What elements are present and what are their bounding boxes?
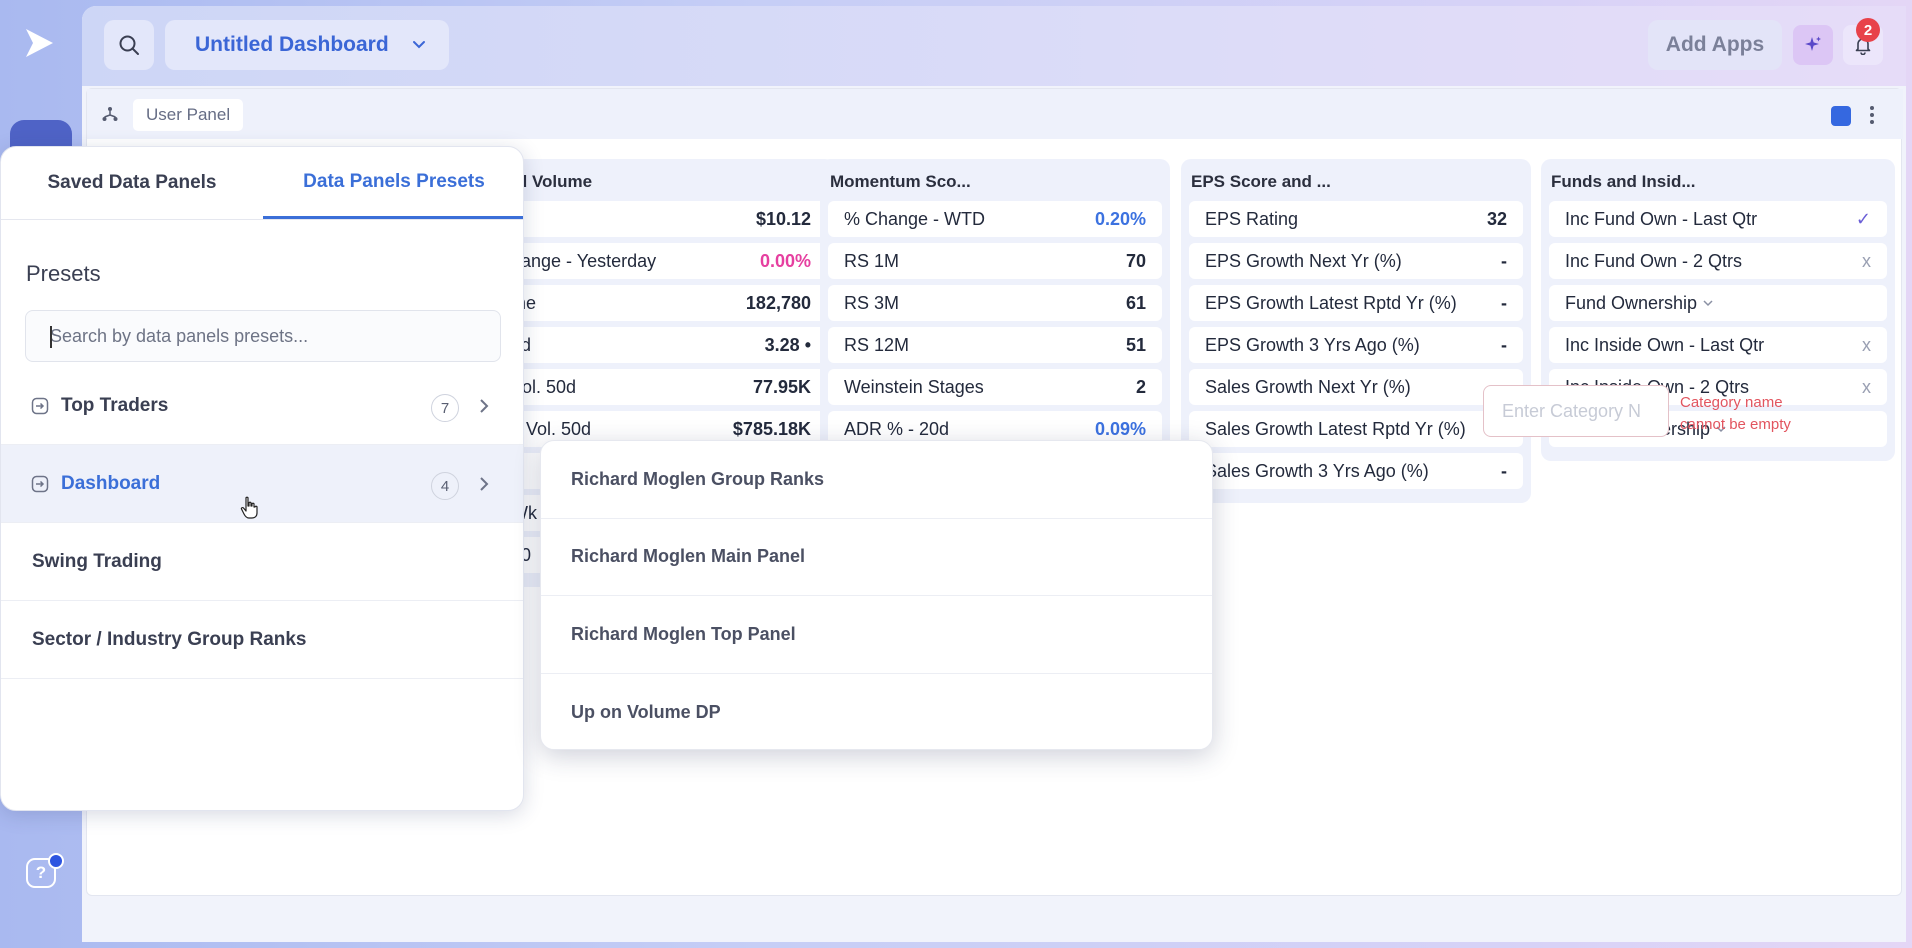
cross-icon: x — [1862, 250, 1871, 271]
chevron-right-icon — [480, 399, 489, 413]
folder-link-icon — [31, 475, 49, 493]
data-row[interactable]: EPS Growth Next Yr (%) - — [1189, 243, 1523, 279]
card-title: and Volume — [497, 172, 593, 191]
presets-heading: Presets — [26, 261, 101, 286]
top-bar: Untitled Dashboard Add Apps 2 — [82, 6, 1906, 86]
flyout-item[interactable]: Up on Volume DP — [541, 674, 1212, 752]
notification-badge: 2 — [1856, 18, 1880, 42]
eps-score-card: EPS Score and ... EPS Rating 32 EPS Growt… — [1181, 159, 1531, 503]
tab-divider — [1, 219, 523, 220]
folder-link-icon — [31, 397, 49, 415]
card-title: EPS Score and ... — [1191, 172, 1331, 191]
preset-swing-trading[interactable]: Swing Trading — [1, 523, 523, 601]
user-panel-tab[interactable]: User Panel — [133, 99, 244, 131]
preset-name: Top Traders — [61, 394, 169, 416]
category-error-message: Category name cannot be empty — [1680, 394, 1791, 433]
cross-icon: x — [1862, 334, 1871, 355]
hierarchy-icon[interactable] — [101, 105, 119, 123]
dashboard-title: Untitled Dashboard — [195, 33, 389, 56]
preset-count-badge: 7 — [431, 394, 459, 422]
data-row[interactable]: Sales Growth Next Yr (%)- — [1189, 369, 1523, 405]
momentum-score-card: Momentum Sco... % Change - WTD 0.20% RS 1… — [820, 159, 1170, 461]
preset-count-badge: 4 — [431, 472, 459, 500]
preset-top-traders[interactable]: Top Traders 7 — [1, 367, 523, 445]
data-row[interactable]: Vol. 50d 77.95K — [495, 369, 827, 405]
data-row[interactable]: EPS Growth 3 Yrs Ago (%) - — [1189, 327, 1523, 363]
more-options-icon[interactable] — [1869, 105, 1875, 125]
help-notification-dot-icon — [48, 853, 64, 869]
check-icon: ✓ — [1855, 208, 1871, 229]
data-row[interactable]: Fund Ownership — [1549, 285, 1887, 321]
card-title: Momentum Sco... — [830, 172, 971, 191]
chevron-right-icon — [480, 477, 489, 491]
hand-cursor-icon — [240, 496, 258, 519]
data-row[interactable]: Sales Growth Latest Rptd Yr (%)- — [1189, 411, 1523, 447]
chevron-down-icon — [413, 41, 425, 49]
preset-dashboard[interactable]: Dashboard 4 — [1, 445, 523, 523]
data-row[interactable]: RS 1M 70 — [828, 243, 1162, 279]
sparkle-icon — [1805, 36, 1821, 51]
data-row[interactable]: 0d3.28 • — [495, 327, 827, 363]
data-row[interactable]: EPS Growth Latest Rptd Yr (%) - — [1189, 285, 1523, 321]
preset-name: Dashboard — [61, 472, 161, 494]
cross-icon: x — [1862, 376, 1871, 397]
color-picker-swatch[interactable] — [1831, 106, 1851, 126]
text-caret — [50, 326, 52, 348]
data-row[interactable]: RS 12M 51 — [828, 327, 1162, 363]
flyout-item[interactable]: Richard Moglen Top Panel — [541, 596, 1212, 674]
data-row[interactable]: Inc Inside Own - Last Qtr x — [1549, 327, 1887, 363]
data-row[interactable]: me182,780 — [495, 285, 827, 321]
data-row[interactable]: % Change - WTD 0.20% — [828, 201, 1162, 237]
data-row[interactable]: hange - Yesterday 0.00% — [495, 243, 827, 279]
search-button[interactable] — [104, 20, 154, 70]
data-row[interactable]: Weinstein Stages 2 — [828, 369, 1162, 405]
preset-sector-industry-group-ranks[interactable]: Sector / Industry Group Ranks — [1, 601, 523, 679]
data-row[interactable]: Inc Fund Own - Last Qtr ✓ — [1549, 201, 1887, 237]
tab-data-panels-presets[interactable]: Data Panels Presets — [263, 147, 523, 219]
card-title: Funds and Insid... — [1551, 172, 1696, 191]
search-placeholder: Search by data panels presets... — [50, 325, 309, 346]
flyout-item[interactable]: Richard Moglen Main Panel — [541, 519, 1212, 596]
data-row[interactable]: Sales Growth 3 Yrs Ago (%) - — [1189, 453, 1523, 489]
data-row[interactable]: $10.12 — [495, 201, 827, 237]
ai-sparkle-button[interactable] — [1793, 25, 1833, 65]
chevron-down-icon[interactable] — [1702, 297, 1714, 309]
add-apps-button[interactable]: Add Apps — [1648, 20, 1782, 70]
presets-search-input[interactable]: Search by data panels presets... — [25, 310, 501, 362]
data-row[interactable]: RS 3M 61 — [828, 285, 1162, 321]
tab-saved-data-panels[interactable]: Saved Data Panels — [1, 147, 263, 219]
dashboard-presets-flyout: Richard Moglen Group Ranks Richard Mogle… — [540, 440, 1213, 750]
search-icon — [119, 35, 139, 55]
app-logo-icon[interactable] — [22, 26, 56, 60]
dashboard-title-dropdown[interactable]: Untitled Dashboard — [165, 20, 449, 70]
preset-name: Swing Trading — [32, 550, 162, 572]
category-name-input[interactable]: Enter Category N — [1483, 385, 1669, 437]
data-row[interactable]: Inc Fund Own - 2 Qtrs x — [1549, 243, 1887, 279]
preset-name: Sector / Industry Group Ranks — [32, 628, 307, 650]
flyout-item[interactable]: Richard Moglen Group Ranks — [541, 441, 1212, 519]
panel-header: User Panel — [87, 89, 1903, 139]
data-row[interactable]: EPS Rating 32 — [1189, 201, 1523, 237]
data-panels-dropdown: Saved Data Panels Data Panels Presets Pr… — [0, 146, 524, 811]
